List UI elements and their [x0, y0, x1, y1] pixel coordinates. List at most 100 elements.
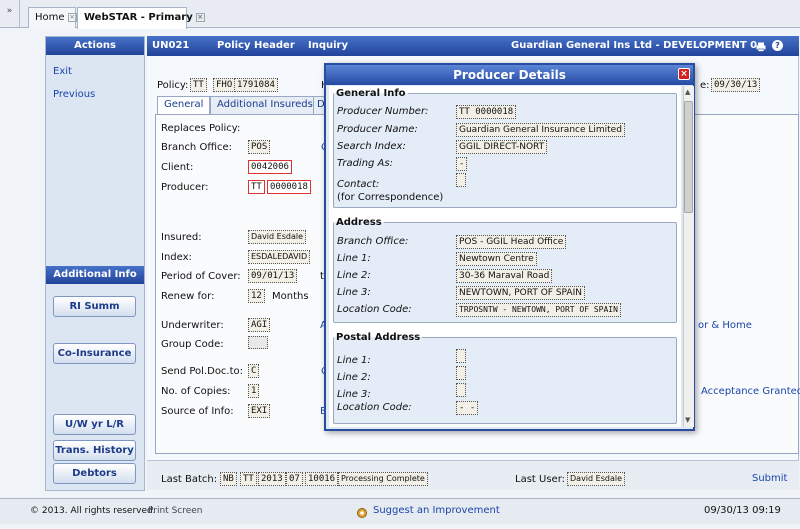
batch-month-field[interactable]: 07	[286, 472, 303, 486]
copies-label: No. of Copies:	[161, 386, 231, 397]
collapse-panel-icon[interactable]: »	[0, 0, 20, 28]
batch-prefix-field[interactable]: TT	[240, 472, 257, 486]
trans-history-button[interactable]: Trans. History	[53, 440, 136, 461]
insured-field[interactable]: David Esdale	[248, 230, 306, 244]
batch-number-field[interactable]: 10016	[305, 472, 339, 486]
location-code-row: Location Code: TRPOSNTW - NEWTOWN, PORT O…	[337, 302, 621, 318]
producer-name-value: Guardian General Insurance Limited	[456, 123, 625, 137]
page-title: Policy Header	[217, 40, 295, 51]
search-index-row: Search Index: GGIL DIRECT-NORT	[337, 139, 548, 155]
policy-type-field[interactable]: FHO	[213, 78, 236, 92]
send-pol-doc-field[interactable]: C	[248, 364, 260, 378]
producer-number-value: TT 0000018	[456, 105, 517, 119]
address-line2-value: 30-36 Maraval Road	[456, 269, 553, 283]
address-line3-value: NEWTOWN, PORT OF SPAIN	[456, 286, 585, 300]
postal-line3-value	[456, 383, 466, 397]
branch-office-field[interactable]: POS	[248, 140, 271, 154]
correspondence-row: (for Correspondence)	[337, 190, 456, 206]
uw-yr-lr-button[interactable]: U/W yr L/R	[53, 414, 136, 435]
postal-line1-row: Line 1:	[337, 349, 466, 366]
postal-line2-row: Line 2:	[337, 366, 466, 383]
producer-name-label: Producer Name:	[337, 124, 418, 135]
address-line1-value: Newtown Centre	[456, 252, 537, 266]
tab-additional-insureds[interactable]: Additional Insureds	[210, 96, 320, 114]
underwriter-field[interactable]: AGI	[248, 318, 271, 332]
search-index-value: GGIL DIRECT-NORT	[456, 140, 548, 154]
general-info-legend: General Info	[336, 88, 406, 99]
page-mode: Inquiry	[308, 40, 348, 51]
postal-location-label: Location Code:	[337, 402, 412, 413]
copyright-text: © 2013. All rights reserved.	[30, 506, 156, 516]
last-batch-label: Last Batch:	[161, 474, 218, 485]
scroll-down-icon[interactable]: ▼	[685, 416, 690, 424]
modal-branch-office-label: Branch Office:	[337, 236, 409, 247]
suggest-improvement-link[interactable]: Suggest an Improvement	[373, 499, 500, 523]
source-label: Source of Info:	[161, 406, 234, 417]
producer-prefix-field[interactable]: TT	[248, 180, 265, 194]
scroll-up-icon[interactable]: ▲	[685, 88, 690, 96]
ri-summ-button[interactable]: RI Summ	[53, 296, 136, 317]
close-icon[interactable]: ×	[195, 13, 205, 22]
address-line2-row: Line 2: 30-36 Maraval Road	[337, 268, 553, 284]
tab-primary-label: WebSTAR - Primary	[84, 12, 193, 23]
tab-general[interactable]: General	[157, 96, 211, 114]
period-start-field[interactable]: 09/01/13	[248, 269, 298, 283]
batch-type-field[interactable]: NB	[220, 472, 237, 486]
group-code-label: Group Code:	[161, 339, 224, 350]
client-label: Client:	[161, 162, 194, 173]
exit-link[interactable]: Exit	[53, 66, 72, 77]
producer-details-dialog: Producer Details × General Info Producer…	[324, 63, 695, 431]
policy-prefix-field[interactable]: TT	[190, 78, 207, 92]
postal-line1-value	[456, 349, 466, 363]
group-code-field[interactable]	[248, 336, 268, 349]
footer: © 2013. All rights reserved. Print Scree…	[0, 498, 800, 524]
address-line3-row: Line 3: NEWTOWN, PORT OF SPAIN	[337, 285, 585, 301]
copies-field[interactable]: 1	[248, 384, 260, 398]
producer-number-label: Producer Number:	[337, 106, 429, 117]
trading-as-label: Trading As:	[337, 158, 393, 169]
client-field[interactable]: 0042006	[248, 160, 292, 174]
policy-date-field[interactable]: 09/30/13	[711, 78, 761, 92]
acceptance-link[interactable]: Acceptance Granted	[701, 386, 800, 397]
source-field[interactable]: EXI	[248, 404, 271, 418]
contact-value	[456, 173, 466, 187]
actions-heading: Actions	[46, 37, 144, 55]
tab-webstar-primary[interactable]: WebSTAR - Primary ×	[77, 7, 205, 29]
insured-label: Insured:	[161, 232, 202, 243]
tab-home-label: Home	[35, 12, 65, 23]
renew-field[interactable]: 12	[248, 289, 265, 303]
close-icon[interactable]: ×	[678, 68, 690, 80]
screen-code: UN021	[152, 40, 190, 51]
co-insurance-button[interactable]: Co-Insurance	[53, 343, 136, 364]
previous-link[interactable]: Previous	[53, 89, 95, 100]
trading-as-row: Trading As: -	[337, 156, 468, 172]
contact-row: Contact:	[337, 173, 466, 190]
index-field[interactable]: ESDALEDAVID	[248, 250, 311, 264]
address-legend: Address	[336, 217, 382, 228]
submit-link[interactable]: Submit	[752, 473, 787, 484]
tab-home[interactable]: Home ×	[28, 7, 77, 28]
debtors-button[interactable]: Debtors	[53, 463, 136, 484]
gear-icon	[356, 505, 368, 518]
location-code-label: Location Code:	[337, 304, 412, 315]
producer-field[interactable]: 0000018	[267, 180, 311, 194]
branch-office-row: Branch Office: POS - GGIL Head Office	[337, 234, 567, 250]
dialog-scroll-thumb[interactable]	[684, 101, 693, 213]
modal-branch-office-value: POS - GGIL Head Office	[456, 235, 567, 249]
replaces-policy-label: Replaces Policy:	[161, 123, 241, 134]
period-label: Period of Cover:	[161, 271, 241, 282]
branch-office-label: Branch Office:	[161, 142, 233, 153]
help-icon[interactable]: ?	[772, 40, 783, 51]
printer-icon[interactable]	[756, 40, 766, 52]
policy-number-field[interactable]: 1791084	[234, 78, 278, 92]
coverage-link[interactable]: or & Home	[698, 320, 752, 331]
search-index-label: Search Index:	[337, 141, 406, 152]
postal-line3-row: Line 3:	[337, 383, 466, 400]
batch-year-field[interactable]: 2013	[258, 472, 286, 486]
index-label: Index:	[161, 252, 192, 263]
additional-info-heading: Additional Info	[46, 266, 144, 284]
company-name: Guardian General Ins Ltd - DEVELOPMENT 0	[511, 40, 758, 51]
print-screen-link[interactable]: Print Screen	[148, 499, 203, 523]
close-icon[interactable]: ×	[67, 13, 77, 22]
last-user-label: Last User:	[515, 474, 565, 485]
